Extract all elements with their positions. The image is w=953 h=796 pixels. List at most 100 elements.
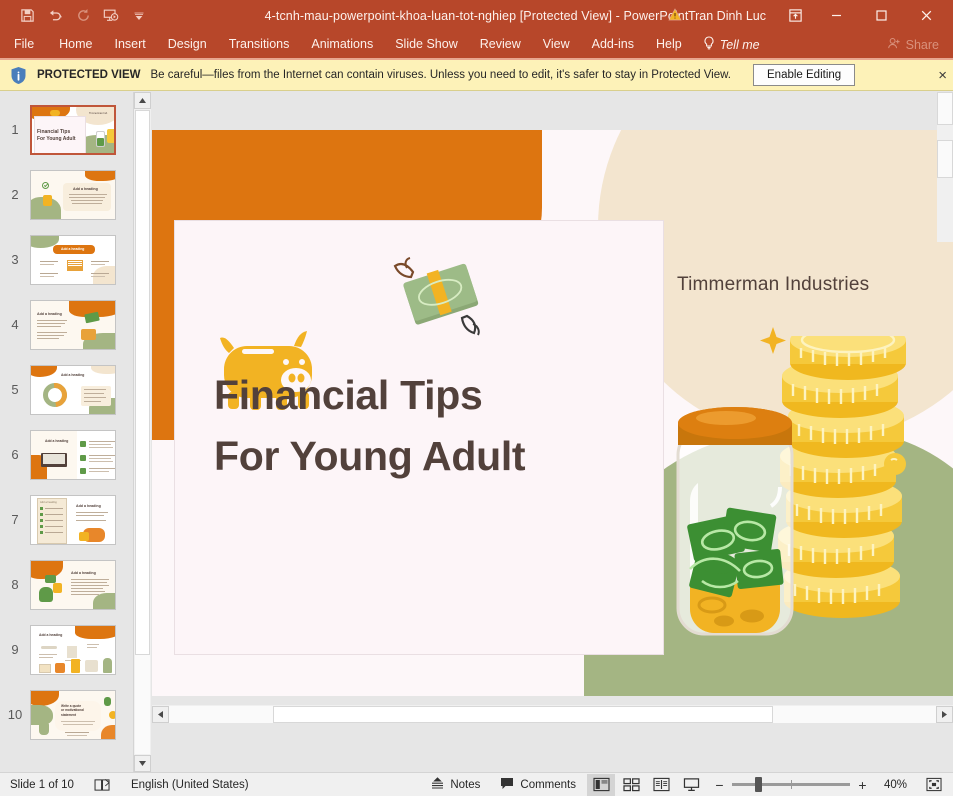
redo-icon[interactable]	[70, 4, 96, 28]
thumbnail-scroll-thumb[interactable]	[135, 110, 150, 655]
ribbon-tab-bar: File Home Insert Design Transitions Anim…	[0, 31, 953, 60]
tab-review[interactable]: Review	[469, 30, 532, 59]
slide-sorter-view-button[interactable]	[617, 774, 645, 796]
scroll-right-arrow-icon[interactable]	[936, 705, 953, 723]
thumbnail-number: 4	[11, 317, 19, 332]
thumbnail-image[interactable]: Financial Tips For Young Adult Timmerman …	[30, 104, 116, 155]
thumbnail-slide-2[interactable]: 2 Add a heading	[0, 162, 133, 227]
tab-transitions[interactable]: Transitions	[218, 30, 301, 59]
zoom-in-button[interactable]: +	[857, 777, 868, 793]
tab-insert[interactable]: Insert	[104, 30, 157, 59]
tab-file[interactable]: File	[0, 30, 48, 59]
notes-icon	[431, 776, 444, 793]
minimize-button[interactable]	[814, 0, 859, 31]
thumbnail-image[interactable]: Add a heading	[30, 299, 116, 350]
savings-jar-illustration	[676, 407, 794, 636]
customize-qat-icon[interactable]	[126, 4, 152, 28]
tab-view[interactable]: View	[532, 30, 581, 59]
fit-to-window-button[interactable]	[921, 774, 947, 796]
language-indicator[interactable]: English (United States)	[121, 773, 259, 796]
thumbnail-slide-5[interactable]: 5 Add a heading	[0, 357, 133, 422]
protected-view-label: PROTECTED VIEW	[37, 69, 141, 81]
zoom-control[interactable]: − + 40%	[706, 777, 915, 793]
thumbnail-number: 7	[11, 512, 19, 527]
user-name: Tran Dinh Luc	[687, 8, 766, 23]
thumbnail-number: 6	[11, 447, 19, 462]
thumbnail-image[interactable]: Add a heading	[30, 169, 116, 220]
share-button[interactable]: Share	[887, 37, 953, 53]
start-slideshow-icon[interactable]	[98, 4, 124, 28]
notes-button[interactable]: Notes	[421, 773, 490, 796]
thumbnail-image[interactable]: Add a heading Add a heading	[30, 494, 116, 545]
thumbnail-slide-4[interactable]: 4 Add a heading	[0, 292, 133, 357]
protected-view-message: Be careful—files from the Internet can c…	[150, 69, 731, 81]
thumbnail-slide-3[interactable]: 3 Add a heading	[0, 227, 133, 292]
ribbon-display-options-icon[interactable]	[776, 0, 814, 31]
accessibility-icon[interactable]	[84, 773, 121, 796]
company-name: Timmerman Industries	[677, 274, 870, 295]
thumbnail-image[interactable]: Add a heading	[30, 624, 116, 675]
protected-view-bar: PROTECTED VIEW Be careful—files from the…	[0, 60, 953, 91]
save-icon[interactable]	[14, 4, 40, 28]
close-protected-view-icon[interactable]: ×	[938, 68, 947, 83]
slide-vertical-scrollbar[interactable]	[937, 92, 953, 242]
slide-thumbnail-pane[interactable]: 1 Financial Tips For Young Adult Timmerma…	[0, 92, 133, 772]
thumbnail-slide-1[interactable]: 1 Financial Tips For Young Adult Timmerma…	[0, 97, 133, 162]
powerpoint-window: 4-tcnh-mau-powerpoint-khoa-luan-tot-nghi…	[0, 0, 953, 796]
zoom-slider-track[interactable]	[732, 777, 850, 792]
maximize-button[interactable]	[859, 0, 904, 31]
thumbnail-number: 3	[11, 252, 19, 267]
zoom-out-button[interactable]: −	[714, 777, 725, 793]
close-button[interactable]	[904, 0, 949, 31]
thumbnail-image[interactable]: Add a heading	[30, 234, 116, 285]
horizontal-scroll-thumb[interactable]	[273, 705, 773, 723]
scroll-left-arrow-icon[interactable]	[152, 705, 169, 723]
thumbnail-slide-8[interactable]: 8 Add a heading	[0, 552, 133, 617]
tab-design[interactable]: Design	[157, 30, 218, 59]
normal-view-button[interactable]	[587, 773, 615, 796]
zoom-slider-handle[interactable]	[755, 777, 762, 792]
slide-show-view-button[interactable]	[677, 774, 705, 796]
tab-add-ins[interactable]: Add-ins	[581, 30, 645, 59]
flying-money-illustration	[393, 257, 480, 336]
tab-animations[interactable]: Animations	[300, 30, 384, 59]
comments-label: Comments	[520, 778, 576, 791]
thumbnail-image[interactable]: Write a quote or motivational statement	[30, 689, 116, 740]
thumbnail-slide-10[interactable]: 10 Write a quote or motivational statement	[0, 682, 133, 747]
tab-slide-show[interactable]: Slide Show	[384, 30, 469, 59]
account-user[interactable]: Tran Dinh Luc	[658, 3, 776, 29]
warning-triangle-icon	[668, 7, 682, 24]
scroll-down-arrow-icon[interactable]	[134, 755, 151, 772]
slide-stage: Financial Tips For Young Adult Timmerman…	[152, 92, 953, 772]
thumbnail-slide-7[interactable]: 7 Add a heading Add a heading	[0, 487, 133, 552]
scroll-segment-bottom[interactable]	[937, 140, 953, 178]
horizontal-scroll-track[interactable]	[169, 705, 936, 723]
zoom-percentage[interactable]: 40%	[875, 779, 907, 791]
thumbnail-image[interactable]: Add a heading	[30, 364, 116, 415]
thumbnail-scrollbar[interactable]	[133, 92, 151, 772]
share-label: Share	[905, 37, 939, 52]
thumbnail-number: 2	[11, 187, 19, 202]
quick-access-toolbar	[0, 4, 152, 28]
comments-button[interactable]: Comments	[490, 773, 586, 796]
thumbnail-number: 5	[11, 382, 19, 397]
current-slide[interactable]: Financial Tips For Young Adult Timmerman…	[152, 130, 953, 696]
enable-editing-button[interactable]: Enable Editing	[753, 64, 856, 86]
slide-title: Financial Tips For Young Adult	[214, 365, 654, 486]
slide-counter[interactable]: Slide 1 of 10	[0, 773, 84, 796]
thumbnail-image[interactable]: Add a heading	[30, 559, 116, 610]
scroll-up-arrow-icon[interactable]	[134, 92, 151, 109]
undo-icon[interactable]	[42, 4, 68, 28]
slide-horizontal-scrollbar[interactable]	[152, 705, 953, 723]
scroll-segment-top[interactable]	[937, 92, 953, 125]
thumbnail-slide-9[interactable]: 9 Add a heading	[0, 617, 133, 682]
thumbnail-image[interactable]: Add a heading	[30, 429, 116, 480]
slide-title-line1: Financial Tips	[214, 372, 483, 418]
tab-home[interactable]: Home	[48, 30, 103, 59]
reading-view-button[interactable]	[647, 774, 675, 796]
thumbnail-slide-6[interactable]: 6 Add a heading	[0, 422, 133, 487]
tell-me-search[interactable]: Tell me	[693, 36, 770, 53]
tab-help[interactable]: Help	[645, 30, 693, 59]
slide-title-line2: For Young Adult	[214, 432, 526, 479]
thumbnail-number: 9	[11, 642, 19, 657]
